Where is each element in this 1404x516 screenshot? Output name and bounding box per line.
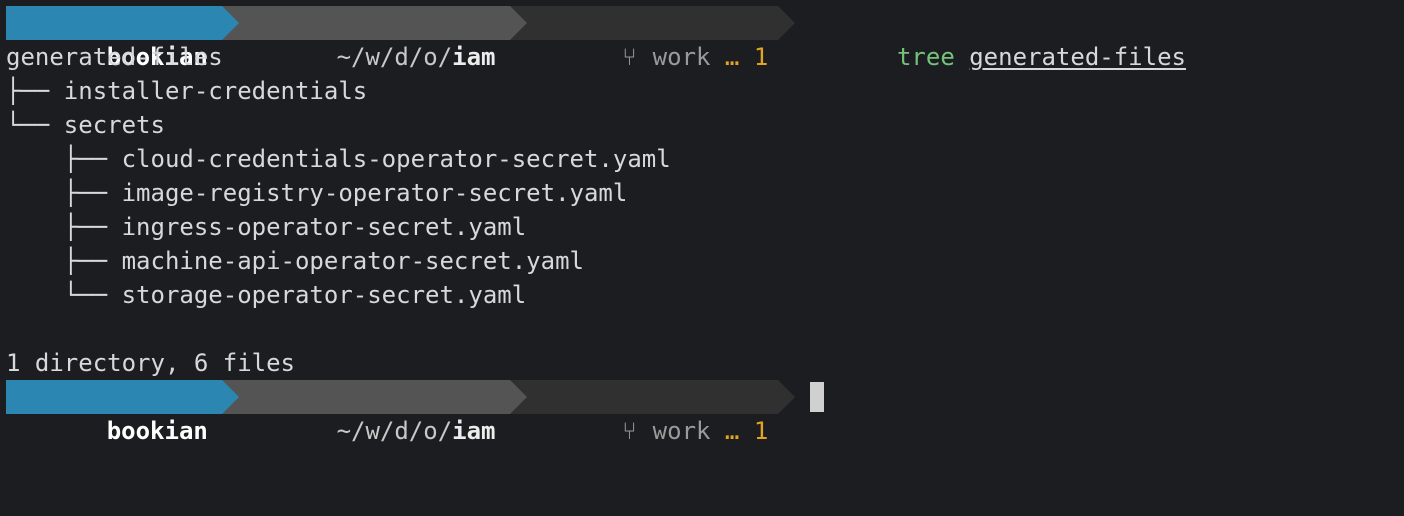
prompt-user-segment: bookian: [6, 380, 239, 445]
prompt-path-current: iam: [452, 43, 496, 71]
prompt-dirty-count: 1: [753, 43, 769, 71]
segment-arrow-icon: [509, 380, 527, 414]
command-argument: generated-files: [969, 43, 1186, 71]
tree-root: generated-files: [6, 43, 223, 71]
tree-line: └── storage-operator-secret.yaml: [6, 281, 527, 309]
tree-summary: 1 directory, 6 files: [6, 349, 295, 377]
prompt-path-segment: ~/w/d/o/iam: [221, 380, 527, 445]
prompt-dirty-count: 1: [753, 417, 769, 445]
git-branch-icon: ⑂: [622, 417, 637, 445]
prompt-user: bookian: [106, 417, 208, 445]
segment-arrow-icon: [509, 6, 527, 40]
segment-arrow-icon: [221, 6, 239, 40]
prompt-path-segment: ~/w/d/o/iam: [221, 6, 527, 71]
prompt-path-current: iam: [452, 417, 496, 445]
tree-line: ├── cloud-credentials-operator-secret.ya…: [6, 145, 671, 173]
text-cursor[interactable]: [810, 382, 825, 412]
prompt-branch: work: [652, 43, 711, 71]
segment-arrow-icon: [221, 380, 239, 414]
segment-arrow-icon: [778, 6, 796, 40]
tree-line: ├── machine-api-operator-secret.yaml: [6, 247, 584, 275]
tree-line: └── secrets: [6, 111, 165, 139]
prompt-path-prefix: ~/w/d/o/: [336, 43, 453, 71]
segment-arrow-icon: [778, 380, 796, 414]
git-branch-icon: ⑂: [622, 43, 637, 71]
prompt-git-segment: ⑂ work … 1: [509, 380, 796, 445]
prompt-user-segment: bookian: [6, 6, 239, 71]
prompt-path-prefix: ~/w/d/o/: [336, 417, 453, 445]
terminal-window[interactable]: bookian ~/w/d/o/iam ⑂ work … 1 tree gene…: [0, 0, 1404, 445]
command-line: tree generated-files: [778, 6, 1186, 71]
tree-line: ├── image-registry-operator-secret.yaml: [6, 179, 628, 207]
prompt-branch: work: [652, 417, 711, 445]
prompt-git-segment: ⑂ work … 1: [509, 6, 796, 71]
shell-prompt: bookian ~/w/d/o/iam ⑂ work … 1: [6, 380, 825, 445]
shell-prompt: bookian ~/w/d/o/iam ⑂ work … 1 tree gene…: [6, 6, 1186, 71]
prompt-dirty-marker: …: [724, 417, 740, 445]
prompt-dirty-marker: …: [724, 43, 740, 71]
tree-line: ├── ingress-operator-secret.yaml: [6, 213, 527, 241]
tree-line: ├── installer-credentials: [6, 77, 368, 105]
command-binary: tree: [896, 43, 955, 71]
